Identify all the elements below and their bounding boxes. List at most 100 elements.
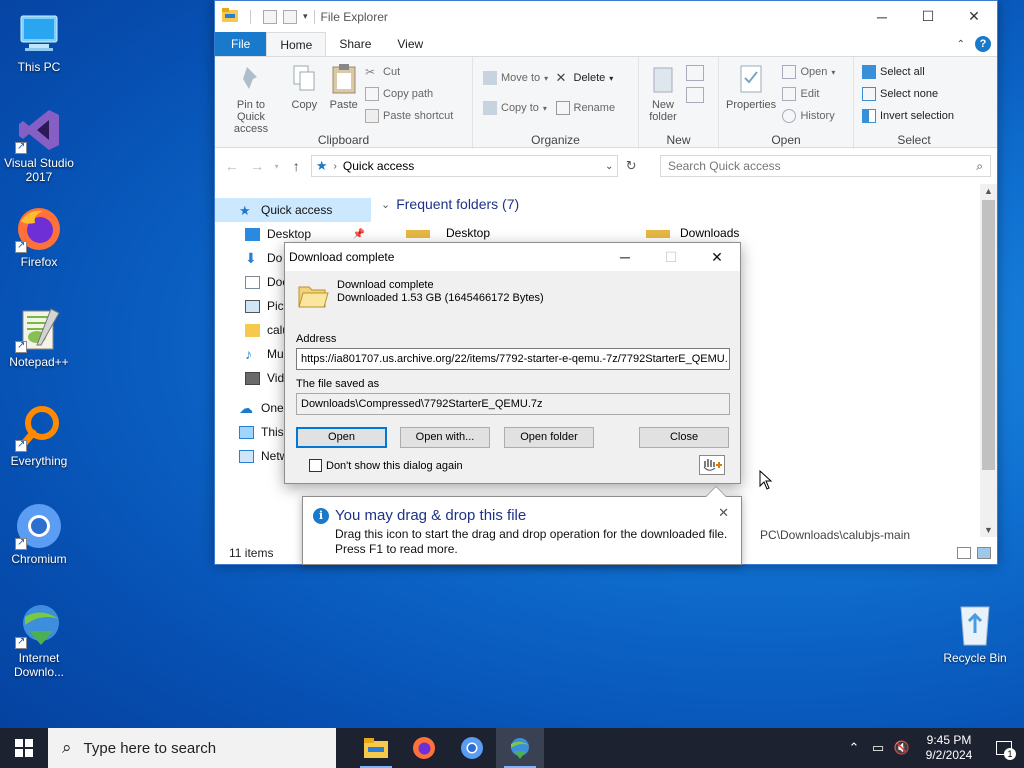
delete-button[interactable]: ✕ Delete ▾ bbox=[556, 69, 616, 87]
copy-button[interactable]: Copy bbox=[286, 61, 322, 113]
search-input[interactable]: Search Quick access ⌕ bbox=[659, 155, 991, 177]
folder-icon bbox=[646, 230, 670, 238]
start-button[interactable] bbox=[0, 728, 48, 768]
taskbar-search-box[interactable]: ⌕ Type here to search bbox=[48, 728, 336, 768]
desktop-icon-internet-download-manager[interactable]: Internet Downlo... bbox=[0, 601, 78, 679]
move-to-button[interactable]: Move to ▾ bbox=[483, 69, 548, 87]
invert-selection-icon bbox=[862, 109, 876, 123]
drag-drop-handle-icon[interactable] bbox=[699, 455, 725, 475]
dialog-minimize-button[interactable]: ─ bbox=[602, 243, 648, 271]
history-button[interactable]: History bbox=[782, 107, 835, 125]
new-item-icon[interactable] bbox=[686, 65, 705, 81]
dont-show-again-label: Don't show this dialog again bbox=[326, 459, 463, 472]
scroll-down-icon[interactable]: ▼ bbox=[980, 525, 997, 535]
select-all-button[interactable]: Select all bbox=[862, 63, 954, 81]
open-with-button[interactable]: Open with... bbox=[400, 427, 490, 448]
desktop-icon-label: Firefox bbox=[20, 255, 58, 269]
address-field[interactable]: ★ › Quick access ⌄ bbox=[310, 155, 619, 177]
rename-button[interactable]: Rename bbox=[555, 99, 615, 117]
desktop-icon-this-pc[interactable]: This PC bbox=[0, 10, 78, 74]
pin-icon: 📌 bbox=[352, 228, 365, 240]
close-button[interactable]: ✕ bbox=[951, 1, 997, 32]
up-arrow-icon[interactable]: ↑ bbox=[286, 158, 307, 174]
recycle-bin-icon bbox=[951, 601, 999, 649]
forward-arrow-icon[interactable]: → bbox=[246, 158, 267, 174]
frequent-folders-header[interactable]: ⌄ Frequent folders (7) bbox=[381, 196, 997, 212]
minimize-button[interactable]: ─ bbox=[859, 1, 905, 32]
desktop-icon-chromium[interactable]: Chromium bbox=[0, 502, 78, 566]
desktop-icon-recycle-bin[interactable]: Recycle Bin bbox=[936, 601, 1014, 665]
group-label: Open bbox=[771, 133, 801, 147]
folder-tile-desktop[interactable]: Desktop bbox=[406, 226, 490, 240]
new-folder-button[interactable]: New folder bbox=[643, 61, 683, 125]
details-view-icon[interactable] bbox=[957, 547, 971, 559]
easy-access-icon[interactable] bbox=[686, 87, 705, 103]
desktop-icon-everything[interactable]: Everything bbox=[0, 404, 78, 468]
tab-file[interactable]: File bbox=[215, 32, 267, 56]
download-url-field[interactable]: https://ia801707.us.archive.org/22/items… bbox=[296, 348, 730, 370]
title-bar: ▾ File Explorer ─ ☐ ✕ bbox=[215, 1, 997, 32]
open-file-button[interactable]: Open bbox=[296, 427, 387, 448]
chevron-up-icon[interactable]: ⌃ bbox=[842, 740, 866, 756]
vertical-scrollbar[interactable]: ▲ ▼ bbox=[980, 184, 997, 537]
desktop-icon-firefox[interactable]: Firefox bbox=[0, 205, 78, 269]
scroll-up-icon[interactable]: ▲ bbox=[980, 186, 997, 196]
dialog-close-button[interactable]: ✕ bbox=[694, 243, 740, 271]
select-none-button[interactable]: Select none bbox=[862, 85, 954, 103]
tab-view[interactable]: View bbox=[384, 32, 436, 56]
dialog-maximize-button: ☐ bbox=[664, 248, 678, 265]
window-title: File Explorer bbox=[320, 9, 388, 24]
pin-to-quick-access-button[interactable]: Pin to Quick access bbox=[219, 61, 283, 137]
tooltip-close-icon[interactable]: ✕ bbox=[718, 505, 729, 521]
scrollbar-thumb[interactable] bbox=[982, 200, 995, 470]
folder-tile-downloads[interactable]: Downloads bbox=[646, 226, 739, 240]
volume-muted-icon[interactable]: 🔇 bbox=[890, 740, 914, 756]
copy-to-button[interactable]: Copy to ▾ bbox=[483, 99, 548, 117]
tooltip-tail bbox=[705, 486, 727, 497]
desktop-icon-visual-studio[interactable]: Visual Studio 2017 bbox=[0, 106, 78, 184]
action-center-button[interactable]: 1 bbox=[984, 728, 1024, 768]
folder-icon bbox=[406, 230, 430, 238]
shortcut-arrow-icon bbox=[15, 339, 27, 353]
desktop-icon-notepadpp[interactable]: Notepad++ bbox=[0, 305, 78, 369]
taskbar-internet-download-manager[interactable] bbox=[496, 728, 544, 768]
network-icon[interactable]: ▭ bbox=[866, 740, 890, 756]
help-icon[interactable]: ? bbox=[975, 36, 991, 52]
new-folder-quick-icon[interactable] bbox=[283, 9, 297, 24]
nav-quick-access[interactable]: ★ Quick access bbox=[215, 198, 371, 222]
tab-home[interactable]: Home bbox=[266, 32, 327, 56]
recent-locations-chevron-icon[interactable]: ▾ bbox=[272, 162, 282, 171]
properties-quick-icon[interactable] bbox=[263, 9, 277, 24]
back-arrow-icon[interactable]: ← bbox=[221, 158, 242, 174]
chevron-up-icon[interactable]: ⌃ bbox=[957, 39, 965, 50]
copy-path-button[interactable]: Copy path bbox=[365, 85, 453, 103]
open-folder-button[interactable]: Open folder bbox=[504, 427, 594, 448]
customize-toolbar-icon[interactable]: ▾ bbox=[303, 11, 308, 22]
invert-selection-button[interactable]: Invert selection bbox=[862, 107, 954, 125]
taskbar-file-explorer[interactable] bbox=[352, 728, 400, 768]
refresh-icon[interactable]: ↻ bbox=[622, 158, 640, 174]
edit-button[interactable]: Edit bbox=[782, 85, 835, 103]
chevron-down-icon[interactable]: ⌄ bbox=[605, 161, 613, 172]
large-icons-view-icon[interactable] bbox=[977, 547, 991, 559]
paste-shortcut-button[interactable]: Paste shortcut bbox=[365, 107, 453, 125]
dont-show-again-row[interactable]: Don't show this dialog again bbox=[309, 459, 463, 472]
taskbar-chromium[interactable] bbox=[448, 728, 496, 768]
tab-share[interactable]: Share bbox=[326, 32, 384, 56]
maximize-button[interactable]: ☐ bbox=[905, 1, 951, 32]
dialog-title-bar: Download complete ─ ☐ ✕ bbox=[285, 243, 740, 271]
properties-button[interactable]: Properties bbox=[723, 61, 779, 113]
music-note-icon: ♪ bbox=[245, 345, 252, 362]
move-to-icon bbox=[483, 71, 497, 85]
copy-icon bbox=[289, 63, 319, 95]
cut-button[interactable]: ✂ Cut bbox=[365, 63, 453, 81]
open-button[interactable]: Open ▾ bbox=[782, 63, 835, 81]
clock[interactable]: 9:45 PM 9/2/2024 bbox=[914, 733, 984, 763]
paste-button[interactable]: Paste bbox=[326, 61, 362, 113]
dont-show-again-checkbox[interactable] bbox=[309, 459, 322, 472]
pictures-icon bbox=[245, 299, 260, 313]
taskbar-firefox[interactable] bbox=[400, 728, 448, 768]
dialog-close-text-button[interactable]: Close bbox=[639, 427, 729, 448]
select-none-icon bbox=[862, 87, 876, 101]
saved-path-field[interactable]: Downloads\Compressed\7792StarterE_QEMU.7… bbox=[296, 393, 730, 415]
